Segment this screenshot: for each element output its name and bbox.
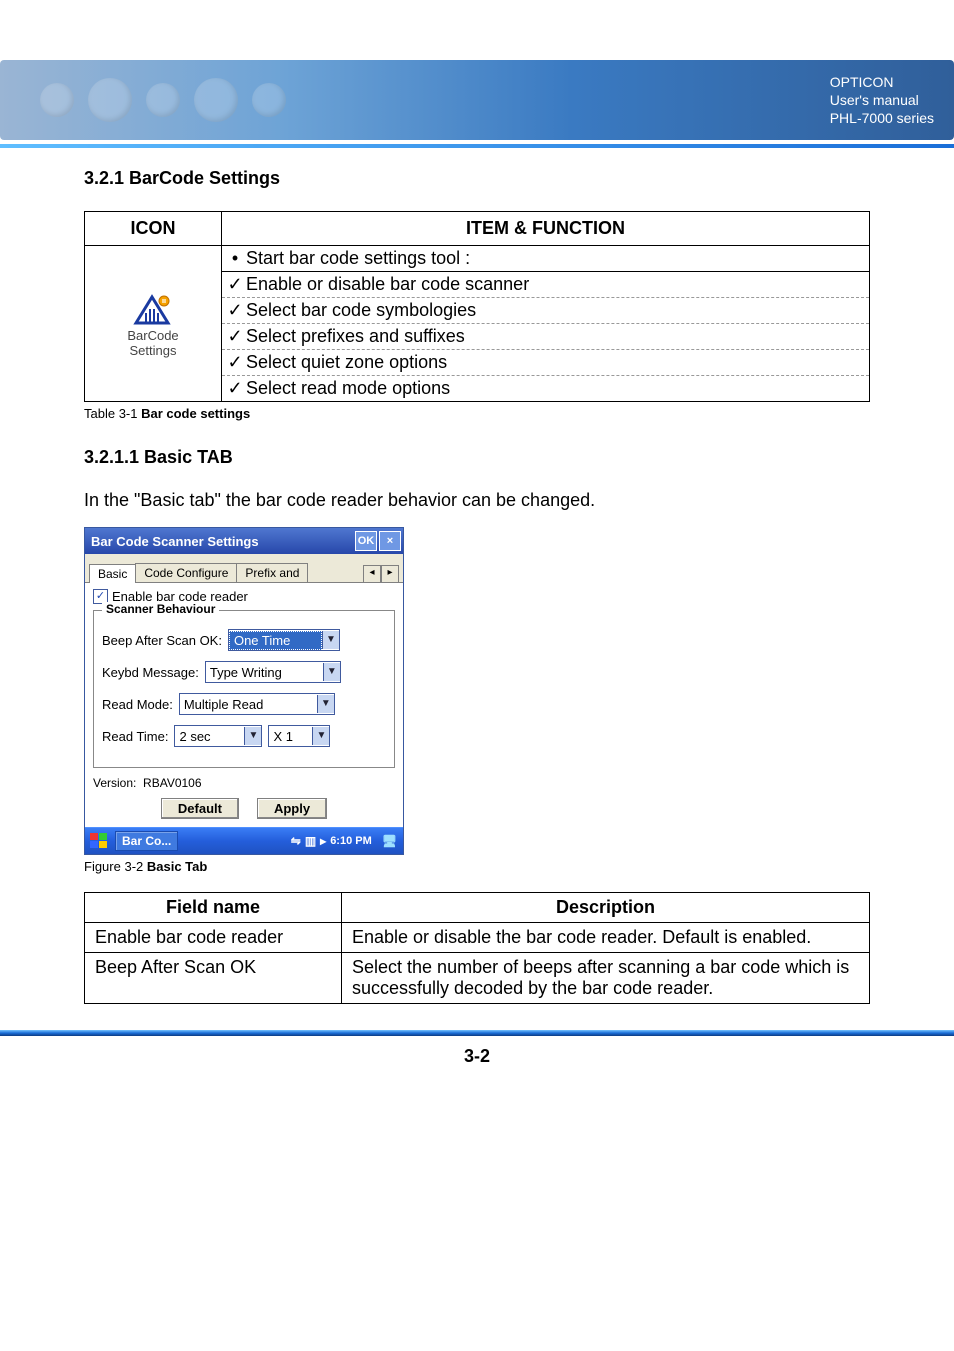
th-fieldname: Field name — [85, 893, 342, 923]
readtime-value-1: 2 sec — [175, 728, 244, 745]
window-titlebar: Bar Code Scanner Settings OK × — [85, 528, 403, 554]
start-button[interactable] — [87, 830, 111, 852]
tray-desktop-icon[interactable]: 🖥 — [382, 834, 397, 848]
scanner-behaviour-group: Scanner Behaviour Beep After Scan OK: On… — [93, 610, 395, 768]
header-doc: User's manual — [830, 91, 934, 109]
device-screenshot: Bar Code Scanner Settings OK × Basic Cod… — [84, 527, 404, 855]
keybd-value: Type Writing — [206, 664, 323, 681]
check-readmode: Select read mode options — [222, 376, 869, 401]
readtime-label: Read Time: — [102, 729, 168, 744]
readmode-label: Read Mode: — [102, 697, 173, 712]
subsection-title: 3.2.1.1 Basic TAB — [84, 447, 870, 468]
page-number: 3-2 — [0, 1046, 954, 1093]
system-tray: ⇋ ▥ ▸ 6:10 PM 🖥 — [287, 834, 401, 848]
icon-label-1: BarCode — [127, 329, 178, 343]
subsection-intro: In the "Basic tab" the bar code reader b… — [84, 490, 870, 511]
tray-time: 6:10 PM — [330, 835, 372, 847]
chevron-down-icon: ▼ — [322, 631, 339, 649]
version-row: Version: RBAV0106 — [85, 770, 403, 796]
readtime-value-2: X 1 — [269, 728, 312, 745]
tab-prefix[interactable]: Prefix and — [236, 563, 308, 582]
table-row: Enable bar code reader Enable or disable… — [85, 923, 870, 953]
taskbar-app[interactable]: Bar Co... — [115, 831, 178, 851]
th-item: ITEM & FUNCTION — [222, 212, 870, 246]
bullet-start: Start bar code settings tool : — [222, 246, 869, 271]
chevron-down-icon: ▼ — [323, 663, 340, 681]
check-symbologies: Select bar code symbologies — [222, 298, 869, 324]
header-text: OPTICON User's manual PHL-7000 series — [830, 73, 934, 128]
table-row: Beep After Scan OK Select the number of … — [85, 953, 870, 1004]
icon-cell: BarCode Settings — [85, 246, 222, 402]
section-title: 3.2.1 BarCode Settings — [84, 168, 870, 189]
version-label: Version: — [93, 776, 136, 790]
header-company: OPTICON — [830, 73, 934, 91]
tab-code-configure[interactable]: Code Configure — [135, 563, 237, 582]
tab-scroll-right-icon[interactable]: ▸ — [381, 565, 399, 582]
default-button[interactable]: Default — [161, 798, 239, 819]
tray-barcode-icon: ▥ — [305, 834, 316, 848]
keybd-label: Keybd Message: — [102, 665, 199, 680]
header-series: PHL-7000 series — [830, 109, 934, 127]
window-title: Bar Code Scanner Settings — [91, 534, 353, 549]
field-enable: Enable bar code reader — [85, 923, 342, 953]
beep-select[interactable]: One Time ▼ — [228, 629, 340, 651]
readmode-value: Multiple Read — [180, 696, 317, 713]
check-enable: Enable or disable bar code scanner — [222, 272, 869, 298]
close-button[interactable]: × — [379, 531, 401, 551]
readmode-select[interactable]: Multiple Read ▼ — [179, 693, 335, 715]
desc-beep: Select the number of beeps after scannin… — [342, 953, 870, 1004]
footer-separator — [0, 1030, 954, 1036]
chevron-down-icon: ▼ — [244, 727, 261, 745]
table-caption: Table 3-1 Bar code settings — [84, 406, 870, 421]
th-description: Description — [342, 893, 870, 923]
tab-scroll-left-icon[interactable]: ◂ — [363, 565, 381, 582]
tray-arrow-icon: ▸ — [320, 834, 326, 848]
icon-function-table: ICON ITEM & FUNCTION BarCode Settin — [84, 211, 870, 402]
figcap-prefix: Figure 3-2 — [84, 859, 147, 874]
header-banner: OPTICON User's manual PHL-7000 series — [0, 60, 954, 140]
description-table: Field name Description Enable bar code r… — [84, 892, 870, 1004]
readtime-select-1[interactable]: 2 sec ▼ — [174, 725, 262, 747]
figcap-bold: Basic Tab — [147, 859, 207, 874]
header-decor — [40, 78, 286, 122]
chevron-down-icon: ▼ — [312, 727, 329, 745]
tab-basic[interactable]: Basic — [89, 564, 136, 583]
desc-enable: Enable or disable the bar code reader. D… — [342, 923, 870, 953]
keybd-select[interactable]: Type Writing ▼ — [205, 661, 341, 683]
ok-button[interactable]: OK — [355, 531, 377, 551]
tab-strip: Basic Code Configure Prefix and ◂ ▸ — [85, 554, 403, 583]
beep-label: Beep After Scan OK: — [102, 633, 222, 648]
figure-caption: Figure 3-2 Basic Tab — [84, 859, 870, 874]
barcode-settings-icon: BarCode Settings — [127, 289, 178, 358]
version-value: RBAV0106 — [143, 776, 201, 790]
readtime-select-2[interactable]: X 1 ▼ — [268, 725, 330, 747]
field-beep: Beep After Scan OK — [85, 953, 342, 1004]
caption-bold: Bar code settings — [141, 406, 250, 421]
taskbar: Bar Co... ⇋ ▥ ▸ 6:10 PM 🖥 — [85, 827, 403, 854]
check-quietzone: Select quiet zone options — [222, 350, 869, 376]
icon-label-2: Settings — [130, 344, 177, 358]
check-prefixes: Select prefixes and suffixes — [222, 324, 869, 350]
apply-button[interactable]: Apply — [257, 798, 327, 819]
chevron-down-icon: ▼ — [317, 695, 334, 713]
tray-connection-icon: ⇋ — [291, 834, 301, 848]
header-separator — [0, 144, 954, 148]
th-icon: ICON — [85, 212, 222, 246]
caption-prefix: Table 3-1 — [84, 406, 141, 421]
group-legend: Scanner Behaviour — [102, 602, 219, 616]
beep-value: One Time — [229, 631, 322, 650]
